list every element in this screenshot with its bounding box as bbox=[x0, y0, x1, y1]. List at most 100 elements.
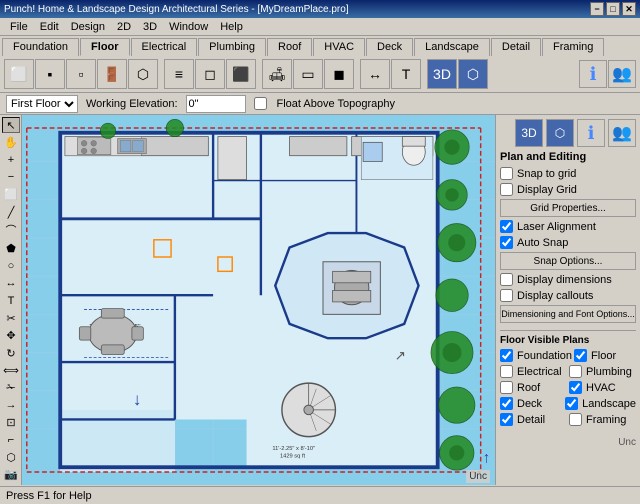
working-elevation-label: Working Elevation: bbox=[86, 98, 178, 110]
panel-people-icon[interactable]: 👥 bbox=[608, 119, 636, 147]
tool-interior-wall[interactable]: ▫ bbox=[66, 59, 96, 89]
canvas-area[interactable]: 11'-3.5" x 9'-4.75" 106 sq ft bbox=[22, 115, 495, 485]
auto-snap-checkbox[interactable] bbox=[500, 236, 513, 249]
close-button[interactable]: ✕ bbox=[622, 2, 636, 16]
tool-select[interactable]: ↖ bbox=[2, 117, 20, 133]
tool-mirror[interactable]: ⟺ bbox=[2, 362, 20, 378]
tab-floor[interactable]: Floor bbox=[80, 38, 130, 56]
tool-info[interactable]: ℹ bbox=[579, 60, 607, 88]
tool-text-lft[interactable]: T bbox=[2, 293, 20, 309]
tool-text[interactable]: T bbox=[391, 59, 421, 89]
minimize-button[interactable]: − bbox=[590, 2, 604, 16]
tool-rotate[interactable]: ↻ bbox=[2, 345, 20, 361]
tool-wall[interactable]: ⬜ bbox=[4, 59, 34, 89]
tool-opening[interactable]: ◻ bbox=[195, 59, 225, 89]
tool-window[interactable]: ⬡ bbox=[128, 59, 158, 89]
floor-select[interactable]: First Floor bbox=[6, 95, 78, 113]
working-elevation-input[interactable] bbox=[186, 95, 246, 113]
framing-plan: Framing bbox=[569, 413, 636, 426]
floor-plan-checkbox[interactable] bbox=[574, 349, 587, 362]
tab-electrical[interactable]: Electrical bbox=[131, 38, 198, 56]
menu-help[interactable]: Help bbox=[214, 20, 249, 34]
tool-room[interactable]: ⬛ bbox=[226, 59, 256, 89]
menu-file[interactable]: File bbox=[4, 20, 34, 34]
maximize-button[interactable]: □ bbox=[606, 2, 620, 16]
foundation-plan: Foundation bbox=[500, 349, 572, 362]
tool-furniture[interactable]: 🛋 bbox=[262, 59, 292, 89]
tool-trim[interactable]: ✁ bbox=[2, 380, 20, 396]
tool-circle-lft[interactable]: ○ bbox=[2, 258, 20, 274]
hvac-checkbox[interactable] bbox=[569, 381, 582, 394]
stair-text: 11'-2.25" x 8'-10" bbox=[272, 446, 315, 452]
landscape-checkbox[interactable] bbox=[565, 397, 578, 410]
foundation-label: Foundation bbox=[517, 350, 572, 362]
roof-checkbox[interactable] bbox=[500, 381, 513, 394]
panel-3d-icon[interactable]: 3D bbox=[515, 119, 543, 147]
panel-3d-2[interactable]: ⬡ bbox=[546, 119, 574, 147]
snap-to-grid-checkbox[interactable] bbox=[500, 167, 513, 180]
tab-framing[interactable]: Framing bbox=[542, 38, 604, 56]
deck-checkbox[interactable] bbox=[500, 397, 513, 410]
tab-detail[interactable]: Detail bbox=[491, 38, 541, 56]
tool-pan[interactable]: ✋ bbox=[2, 134, 20, 150]
electrical-checkbox[interactable] bbox=[500, 365, 513, 378]
menu-window[interactable]: Window bbox=[163, 20, 214, 34]
tool-zoom[interactable]: + bbox=[2, 152, 20, 168]
tool-fillet[interactable]: ⌐ bbox=[2, 432, 20, 448]
dim-font-btn[interactable]: Dimensioning and Font Options... bbox=[500, 305, 636, 323]
foundation-checkbox[interactable] bbox=[500, 349, 513, 362]
electrical-label: Electrical bbox=[517, 366, 562, 378]
auto-snap-label: Auto Snap bbox=[517, 237, 568, 249]
tool-extend[interactable]: → bbox=[2, 397, 20, 413]
menu-edit[interactable]: Edit bbox=[34, 20, 65, 34]
tool-appliance[interactable]: ◼ bbox=[324, 59, 354, 89]
floor-plan-svg[interactable]: 11'-3.5" x 9'-4.75" 106 sq ft bbox=[22, 115, 495, 485]
tool-door[interactable]: 🚪 bbox=[97, 59, 127, 89]
tab-deck[interactable]: Deck bbox=[366, 38, 413, 56]
statusbar: Press F1 for Help bbox=[0, 486, 640, 504]
display-dimensions-row: Display dimensions bbox=[500, 273, 636, 286]
tool-eraser[interactable]: ✂ bbox=[2, 310, 20, 326]
window-controls: − □ ✕ bbox=[590, 2, 636, 16]
menu-2d[interactable]: 2D bbox=[111, 20, 137, 34]
tool-persons[interactable]: 👥 bbox=[608, 60, 636, 88]
grid-properties-btn[interactable]: Grid Properties... bbox=[500, 199, 636, 217]
laser-alignment-checkbox[interactable] bbox=[500, 220, 513, 233]
float-checkbox[interactable] bbox=[254, 97, 267, 110]
tab-plumbing[interactable]: Plumbing bbox=[198, 38, 266, 56]
tool-offset[interactable]: ⊡ bbox=[2, 415, 20, 431]
tool-stairs[interactable]: ≡ bbox=[164, 59, 194, 89]
tab-landscape[interactable]: Landscape bbox=[414, 38, 490, 56]
tool-dimension[interactable]: ↔ bbox=[360, 59, 390, 89]
display-callouts-checkbox[interactable] bbox=[500, 289, 513, 302]
tool-move[interactable]: ✥ bbox=[2, 327, 20, 343]
plumbing-checkbox[interactable] bbox=[569, 365, 582, 378]
tool-3d-lft[interactable]: ⬡ bbox=[2, 449, 20, 465]
tool-line[interactable]: ╱ bbox=[2, 204, 20, 220]
tool-3d-2[interactable]: ⬡ bbox=[458, 59, 488, 89]
tool-3d-1[interactable]: 3D bbox=[427, 59, 457, 89]
framing-checkbox[interactable] bbox=[569, 413, 582, 426]
menu-3d[interactable]: 3D bbox=[137, 20, 163, 34]
tool-draw-wall[interactable]: ⬜ bbox=[2, 187, 20, 203]
tool-exterior-wall[interactable]: ▪ bbox=[35, 59, 65, 89]
menu-design[interactable]: Design bbox=[65, 20, 111, 34]
laser-alignment-label: Laser Alignment bbox=[517, 221, 596, 233]
tab-roof[interactable]: Roof bbox=[267, 38, 312, 56]
tool-measure-lft[interactable]: ↔ bbox=[2, 275, 20, 291]
tab-hvac[interactable]: HVAC bbox=[313, 38, 365, 56]
floor-visible-label: Floor Visible Plans bbox=[500, 335, 636, 346]
tool-cabinet[interactable]: ▭ bbox=[293, 59, 323, 89]
tab-foundation[interactable]: Foundation bbox=[2, 38, 79, 56]
detail-checkbox[interactable] bbox=[500, 413, 513, 426]
plans-row-3: Roof HVAC bbox=[500, 381, 636, 397]
roof-label: Roof bbox=[517, 382, 540, 394]
tool-arc[interactable]: ⌒ bbox=[2, 221, 20, 239]
snap-options-btn[interactable]: Snap Options... bbox=[500, 252, 636, 270]
tool-camera-lft[interactable]: 📷 bbox=[2, 467, 20, 483]
tool-zoom-out[interactable]: − bbox=[2, 169, 20, 185]
panel-info-icon[interactable]: ℹ bbox=[577, 119, 605, 147]
display-dimensions-checkbox[interactable] bbox=[500, 273, 513, 286]
tool-polygon-lft[interactable]: ⬟ bbox=[2, 240, 20, 256]
display-grid-checkbox[interactable] bbox=[500, 183, 513, 196]
